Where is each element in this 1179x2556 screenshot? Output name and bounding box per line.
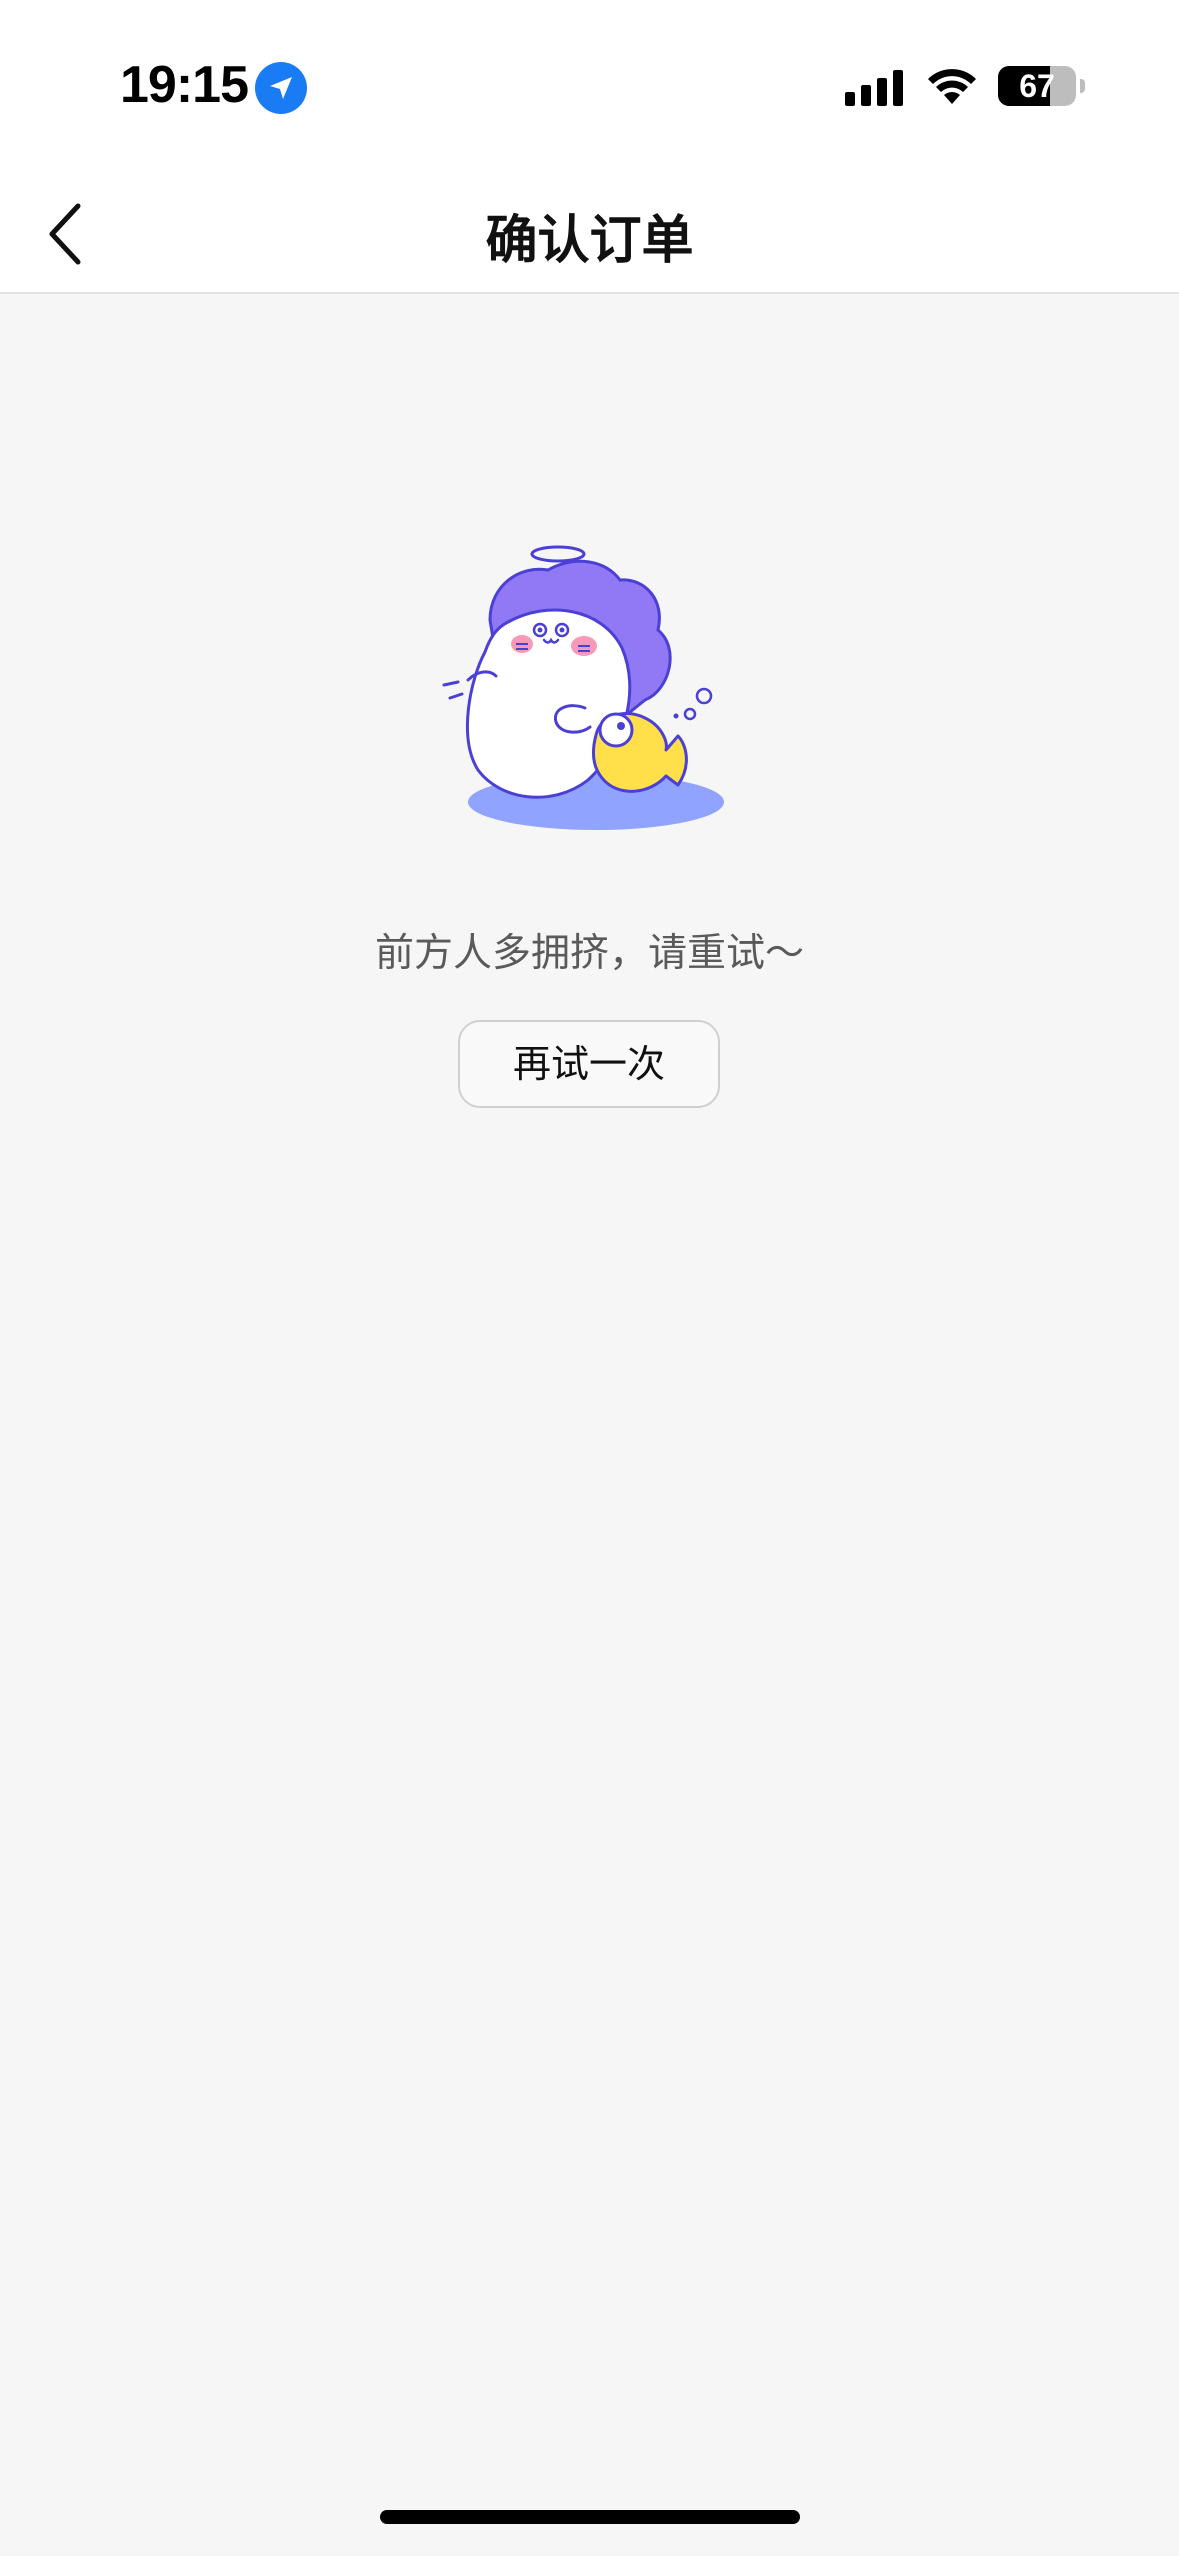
home-indicator[interactable]: [380, 2510, 800, 2524]
nav-bar: 确认订单: [0, 170, 1179, 294]
battery-level: 67: [1019, 68, 1055, 104]
page-title: 确认订单: [485, 211, 694, 271]
error-message: 前方人多拥挤，请重试～: [374, 931, 804, 976]
crowded-mascot-illustration: [442, 545, 724, 830]
cellular-signal-icon: [845, 70, 903, 106]
wifi-icon: [928, 69, 976, 104]
status-bar: 19:15 67: [0, 0, 1179, 170]
battery-tip: [1080, 79, 1085, 93]
battery-icon: 67: [998, 66, 1076, 106]
retry-button[interactable]: 再试一次: [458, 1020, 720, 1108]
location-arrow-icon: [255, 62, 307, 114]
status-time: 19:15: [120, 56, 249, 114]
